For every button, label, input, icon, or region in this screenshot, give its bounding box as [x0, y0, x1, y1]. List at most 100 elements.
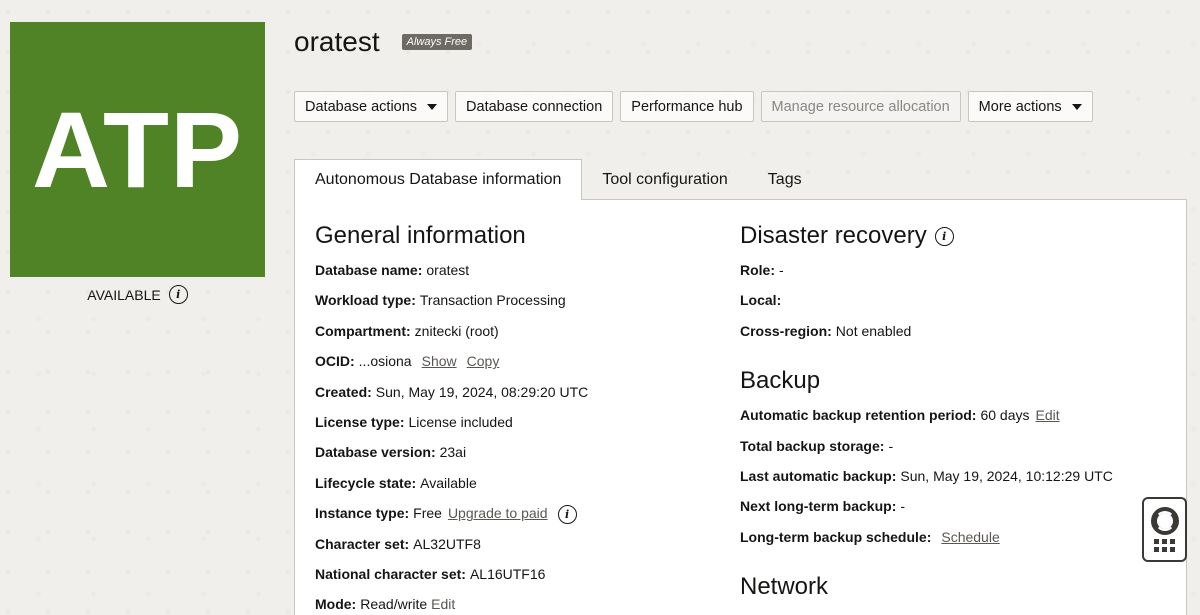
tab-tool-configuration[interactable]: Tool configuration — [582, 160, 747, 200]
help-widget[interactable] — [1142, 497, 1187, 562]
info-icon[interactable]: i — [934, 226, 954, 246]
field-value: Transaction Processing — [419, 292, 566, 309]
field-label: Last automatic backup: — [740, 467, 897, 484]
information-panel: General information Database name: orate… — [294, 199, 1187, 615]
caret-down-icon — [427, 103, 438, 110]
field-label: Workload type: — [315, 292, 416, 309]
field-value: - — [779, 262, 784, 278]
field-label: Database name: — [315, 262, 423, 278]
database-connection-label: Database connection — [466, 98, 603, 115]
manage-resource-allocation-label: Manage resource allocation — [771, 98, 950, 115]
created-row: Created: Sun, May 19, 2024, 08:29:20 UTC — [315, 384, 588, 414]
field-value: ...osiona — [358, 353, 412, 370]
disaster-recovery-title: Disaster recovery — [740, 222, 927, 249]
grid-menu-icon — [1154, 539, 1175, 552]
field-value: - — [888, 437, 894, 454]
field-label: Compartment: — [315, 322, 411, 339]
field-label: Long-term backup schedule: — [740, 528, 932, 545]
database-version-row: Database version: 23ai — [315, 444, 588, 474]
local-row: Local: — [740, 292, 1113, 322]
field-label: Role: — [740, 262, 775, 278]
mode-row: Mode: Read/write Edit — [315, 596, 588, 615]
field-value: Not enabled — [835, 322, 912, 339]
field-value: 60 days — [980, 407, 1030, 424]
upgrade-to-paid-link[interactable]: Upgrade to paid — [448, 505, 548, 521]
lifecycle-state-row: Lifecycle state: Available — [315, 475, 588, 505]
field-value: Sun, May 19, 2024, 08:29:20 UTC — [375, 383, 589, 400]
tab-tags[interactable]: Tags — [748, 160, 822, 200]
field-label: License type: — [315, 413, 405, 430]
performance-hub-label: Performance hub — [631, 98, 743, 115]
general-information-column: General information Database name: orate… — [315, 222, 588, 615]
cross-region-row: Cross-region: Not enabled — [740, 323, 1113, 353]
license-type-row: License type: License included — [315, 414, 588, 444]
lifecycle-status-label: AVAILABLE — [87, 286, 161, 303]
long-term-backup-schedule-row: Long-term backup schedule: Schedule — [740, 529, 1113, 559]
field-value: 23ai — [439, 444, 467, 461]
edit-retention-link[interactable]: Edit — [1036, 407, 1060, 423]
database-type-logo: ATP — [10, 22, 265, 277]
field-label: Next long-term backup: — [740, 498, 897, 515]
field-value: License included — [408, 413, 513, 430]
character-set-row: Character set: AL32UTF8 — [315, 536, 588, 566]
database-actions-button[interactable]: Database actions — [294, 91, 449, 122]
network-heading: Network — [740, 573, 829, 601]
lifebuoy-icon — [1150, 507, 1179, 535]
copy-ocid-link[interactable]: Copy — [467, 353, 500, 369]
logo-text: ATP — [32, 89, 243, 210]
database-actions-label: Database actions — [305, 98, 418, 115]
field-label: Created: — [315, 383, 372, 400]
database-name-row: Database name: oratest — [315, 262, 588, 292]
instance-type-row: Instance type: Free Upgrade to paid i — [315, 505, 588, 535]
field-value: Free — [413, 505, 442, 522]
schedule-link[interactable]: Schedule — [941, 529, 999, 545]
edit-mode-link[interactable]: Edit — [431, 596, 455, 612]
field-value: Available — [420, 474, 477, 491]
backup-heading: Backup — [740, 367, 821, 395]
action-toolbar: Database actions Database connection Per… — [294, 91, 1093, 122]
field-label: Instance type: — [315, 505, 410, 522]
field-value: AL32UTF8 — [413, 535, 481, 552]
always-free-badge: Always Free — [401, 34, 473, 50]
lifecycle-status: AVAILABLE i — [10, 285, 265, 304]
backup-retention-row: Automatic backup retention period: 60 da… — [740, 407, 1113, 437]
field-label: Local: — [740, 292, 782, 309]
field-label: Cross-region: — [740, 322, 832, 339]
workload-type-row: Workload type: Transaction Processing — [315, 292, 588, 322]
total-backup-storage-row: Total backup storage: - — [740, 438, 1113, 468]
next-long-term-backup-row: Next long-term backup: - — [740, 498, 1113, 528]
tab-bar: Autonomous Database information Tool con… — [294, 159, 822, 200]
show-ocid-link[interactable]: Show — [422, 353, 457, 369]
manage-resource-allocation-button[interactable]: Manage resource allocation — [760, 91, 961, 122]
more-actions-button[interactable]: More actions — [967, 91, 1093, 122]
field-value: - — [900, 498, 906, 515]
role-row: Role: - — [740, 262, 1113, 292]
last-automatic-backup-row: Last automatic backup: Sun, May 19, 2024… — [740, 468, 1113, 498]
field-value: znitecki (root) — [414, 322, 499, 339]
field-value: oratest — [426, 262, 470, 278]
info-icon[interactable]: i — [557, 505, 577, 525]
title-row: oratest Always Free — [294, 26, 473, 58]
field-value: AL16UTF16 — [469, 565, 546, 582]
database-connection-button[interactable]: Database connection — [455, 91, 614, 122]
field-label: Automatic backup retention period: — [740, 407, 977, 424]
page-title: oratest — [294, 26, 380, 57]
ocid-row: OCID: ...osiona Show Copy — [315, 353, 588, 383]
field-label: Character set: — [315, 535, 410, 552]
field-value: Sun, May 19, 2024, 10:12:29 UTC — [900, 467, 1113, 484]
performance-hub-button[interactable]: Performance hub — [620, 91, 754, 122]
field-label: Database version: — [315, 444, 436, 461]
field-label: Mode: — [315, 596, 357, 613]
more-actions-label: More actions — [978, 98, 1062, 115]
field-value: Read/write — [360, 596, 428, 613]
field-label: Total backup storage: — [740, 437, 885, 454]
field-label: OCID: — [315, 353, 355, 370]
field-label: Lifecycle state: — [315, 474, 417, 491]
disaster-recovery-heading: Disaster recovery i — [740, 222, 1113, 250]
general-information-heading: General information — [315, 222, 526, 249]
right-column: Disaster recovery i Role: - Local: Cross… — [740, 222, 1113, 613]
info-icon[interactable]: i — [168, 285, 188, 304]
caret-down-icon — [1071, 103, 1082, 110]
tab-autonomous-database-information[interactable]: Autonomous Database information — [294, 159, 583, 200]
compartment-row: Compartment: znitecki (root) — [315, 323, 588, 353]
